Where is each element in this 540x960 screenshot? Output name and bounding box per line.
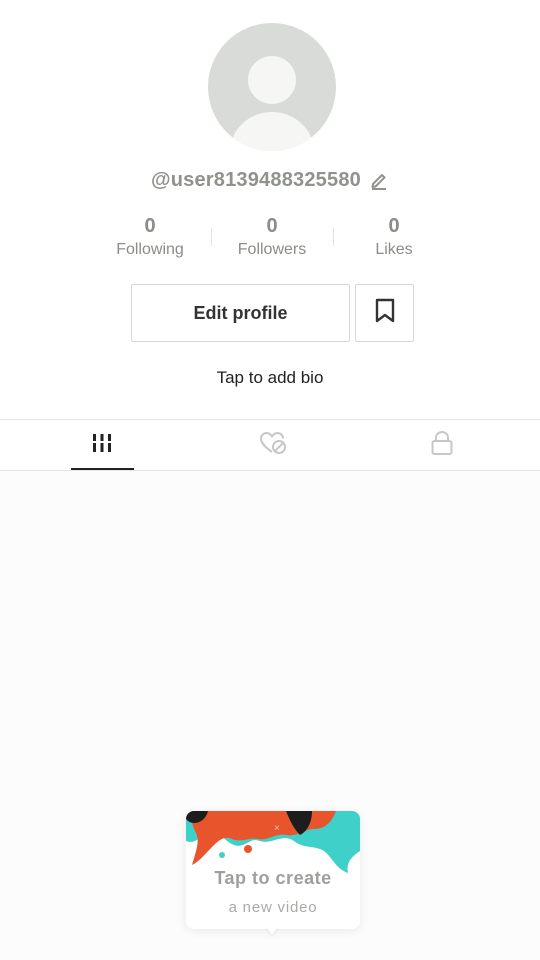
- edit-profile-button[interactable]: Edit profile: [131, 284, 350, 342]
- stat-following[interactable]: 0 Following: [90, 214, 210, 261]
- followers-label: Followers: [237, 241, 307, 258]
- tab-private[interactable]: [352, 420, 532, 470]
- add-bio-prompt[interactable]: Tap to add bio: [0, 368, 540, 388]
- bookmark-icon: [374, 298, 396, 329]
- followers-count: 0: [266, 215, 278, 237]
- avatar[interactable]: [208, 23, 336, 151]
- stats-divider: [211, 228, 212, 246]
- pencil-icon[interactable]: [369, 170, 389, 190]
- create-prompt-title: Tap to create: [214, 868, 332, 888]
- likes-count: 0: [388, 215, 400, 237]
- username-row: @user8139488325580: [0, 165, 540, 195]
- svg-text:×: ×: [274, 823, 280, 834]
- stat-followers[interactable]: 0 Followers: [212, 214, 332, 261]
- following-label: Following: [116, 241, 184, 258]
- avatar-body-shape: [230, 112, 314, 151]
- stat-likes[interactable]: 0 Likes: [334, 214, 454, 261]
- tab-videos[interactable]: [12, 420, 192, 470]
- create-video-prompt[interactable]: × Tap to create a new video: [186, 811, 360, 929]
- favorites-button[interactable]: [355, 284, 414, 342]
- tooltip-arrow: [265, 926, 279, 935]
- stats-divider: [333, 228, 334, 246]
- create-prompt-subtitle: a new video: [228, 899, 318, 916]
- avatar-head-shape: [248, 56, 296, 104]
- lock-icon: [430, 430, 454, 461]
- stats-row: 0 Following 0 Followers 0 Likes: [0, 214, 540, 264]
- tab-liked[interactable]: [183, 420, 363, 470]
- grid-icon: [91, 432, 113, 459]
- username: @user8139488325580: [151, 168, 361, 191]
- likes-label: Likes: [375, 241, 413, 258]
- following-count: 0: [144, 215, 156, 237]
- liked-hidden-icon: [259, 431, 287, 460]
